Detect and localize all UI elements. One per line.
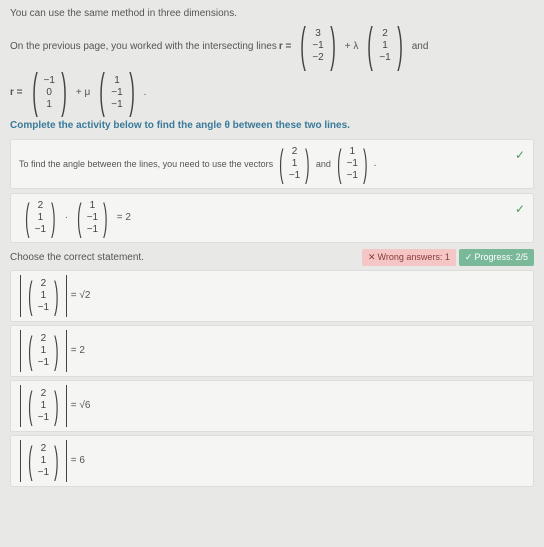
vector-A: ( 21−1 ) xyxy=(21,200,60,236)
vector-3: ( −101 ) xyxy=(27,73,72,111)
vector-1: ( 3−1−2 ) xyxy=(295,27,340,65)
vector-B: ( 1−1−1 ) xyxy=(73,200,112,236)
choose-text: Choose the correct statement. xyxy=(10,252,144,263)
result: = 2 xyxy=(117,212,131,223)
equation-line-2: r = ( −101 ) + μ ( 1−1−1 ) . xyxy=(10,73,534,111)
text: You can use the same method in three dim… xyxy=(10,8,237,19)
check-icon: ✓ xyxy=(515,148,525,162)
and-text: and xyxy=(412,41,429,52)
instruction-text: Complete the activity below to find the … xyxy=(10,120,534,131)
step-card-2: ( 21−1 ) · ( 1−1−1 ) = 2 ✓ xyxy=(10,193,534,243)
wrong-label: Wrong answers: 1 xyxy=(378,252,450,262)
text: On the previous page, you worked with th… xyxy=(10,41,277,52)
option-2[interactable]: (21−1) = 2 xyxy=(10,325,534,377)
equation-line-1: On the previous page, you worked with th… xyxy=(10,27,534,65)
dot: . xyxy=(374,158,377,169)
progress-badge: ✓ Progress: 2/5 xyxy=(459,249,534,266)
intro-text: You can use the same method in three dim… xyxy=(10,8,534,19)
dot: . xyxy=(144,87,147,98)
vector-B: ( 1−1−1 ) xyxy=(333,146,372,182)
opt-value: = 2 xyxy=(71,345,85,356)
progress-label: Progress: 2/5 xyxy=(474,252,528,262)
plus-mu: + μ xyxy=(76,87,90,98)
and: and xyxy=(316,159,331,169)
opt-value: = √6 xyxy=(71,400,91,411)
check-icon: ✓ xyxy=(515,202,525,216)
option-1[interactable]: (21−1) = √2 xyxy=(10,270,534,322)
r-eq: r = xyxy=(10,87,23,98)
dot-op: · xyxy=(65,212,68,223)
option-4[interactable]: (21−1) = 6 xyxy=(10,435,534,487)
text: To find the angle between the lines, you… xyxy=(19,159,273,169)
r-eq: r = xyxy=(279,41,292,52)
x-icon: ✕ xyxy=(368,252,376,263)
status-row: Choose the correct statement. ✕ Wrong an… xyxy=(10,249,534,266)
wrong-badge: ✕ Wrong answers: 1 xyxy=(362,249,456,266)
badges: ✕ Wrong answers: 1 ✓ Progress: 2/5 xyxy=(362,249,534,266)
step-card-1: To find the angle between the lines, you… xyxy=(10,139,534,189)
text: Complete the activity below to find the … xyxy=(10,120,350,131)
plus-lambda: + λ xyxy=(345,41,359,52)
vector-4: ( 1−1−1 ) xyxy=(94,73,139,111)
vector-2: ( 21−1 ) xyxy=(362,27,407,65)
opt-value: = 6 xyxy=(71,455,85,466)
vector-A: ( 21−1 ) xyxy=(275,146,314,182)
opt-value: = √2 xyxy=(71,290,91,301)
check-icon: ✓ xyxy=(465,252,473,263)
option-3[interactable]: (21−1) = √6 xyxy=(10,380,534,432)
